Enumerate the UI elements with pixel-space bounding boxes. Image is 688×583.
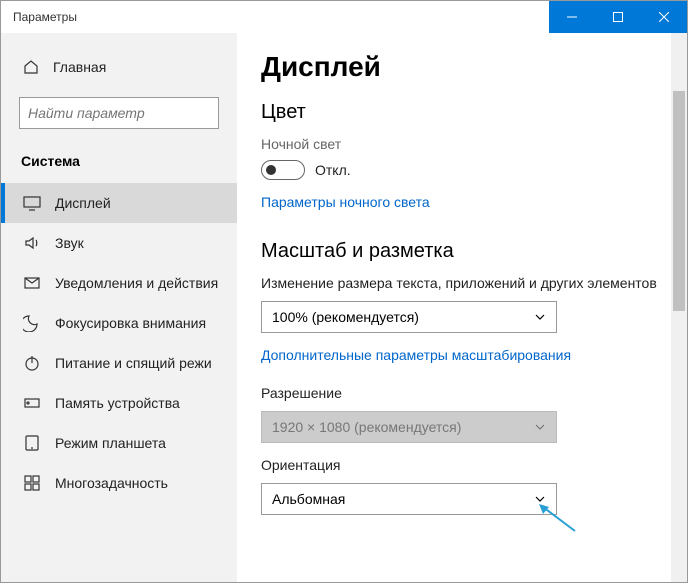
color-section: Цвет Ночной свет Откл. Параметры ночного… [261, 101, 687, 214]
night-light-toggle[interactable]: Откл. [261, 160, 687, 180]
night-light-settings-link[interactable]: Параметры ночного света [261, 194, 430, 210]
main-content: Дисплей Цвет Ночной свет Откл. Параметры… [237, 33, 687, 582]
search-box[interactable] [19, 97, 219, 129]
nav-label: Режим планшета [55, 435, 166, 451]
advanced-scaling-link[interactable]: Дополнительные параметры масштабирования [261, 347, 571, 363]
nav-focus[interactable]: Фокусировка внимания [1, 303, 237, 343]
color-heading: Цвет [261, 101, 687, 124]
maximize-button[interactable] [595, 1, 641, 33]
dropdown-value: 1920 × 1080 (рекомендуется) [272, 419, 461, 435]
night-light-label: Ночной свет [261, 136, 687, 152]
toggle-track [261, 160, 305, 180]
power-icon [23, 354, 41, 372]
titlebar: Параметры [1, 1, 687, 33]
nav-tablet[interactable]: Режим планшета [1, 423, 237, 463]
nav-label: Питание и спящий режи [55, 355, 212, 371]
nav-label: Звук [55, 235, 84, 251]
nav-label: Многозадачность [55, 475, 168, 491]
scale-section: Масштаб и разметка Изменение размера тек… [261, 240, 687, 515]
sound-icon [23, 234, 41, 252]
text-size-label: Изменение размера текста, приложений и д… [261, 275, 687, 291]
page-title: Дисплей [261, 51, 687, 83]
scale-heading: Масштаб и разметка [261, 240, 687, 263]
scrollbar[interactable] [671, 33, 687, 582]
minimize-button[interactable] [549, 1, 595, 33]
focus-icon [23, 314, 41, 332]
nav-notifications[interactable]: Уведомления и действия [1, 263, 237, 303]
resolution-dropdown[interactable]: 1920 × 1080 (рекомендуется) [261, 411, 557, 443]
window-title: Параметры [13, 10, 549, 24]
multitasking-icon [23, 474, 41, 492]
orientation-dropdown[interactable]: Альбомная [261, 483, 557, 515]
notifications-icon [23, 274, 41, 292]
nav-label: Фокусировка внимания [55, 315, 206, 331]
display-icon [23, 194, 41, 212]
close-button[interactable] [641, 1, 687, 33]
nav-power[interactable]: Питание и спящий режи [1, 343, 237, 383]
chevron-down-icon [534, 493, 546, 505]
orientation-label: Ориентация [261, 457, 687, 473]
nav-display[interactable]: Дисплей [1, 183, 237, 223]
text-size-dropdown[interactable]: 100% (рекомендуется) [261, 301, 557, 333]
nav-sound[interactable]: Звук [1, 223, 237, 263]
nav-label: Уведомления и действия [55, 275, 218, 291]
window-controls [549, 1, 687, 33]
home-label: Главная [53, 59, 106, 75]
category-heading: Система [1, 147, 237, 183]
nav-label: Дисплей [55, 195, 111, 211]
dropdown-value: Альбомная [272, 491, 345, 507]
home-nav[interactable]: Главная [1, 51, 237, 83]
nav-label: Память устройства [55, 395, 180, 411]
chevron-down-icon [534, 421, 546, 433]
search-input[interactable] [28, 105, 210, 121]
home-icon [23, 59, 39, 75]
nav-storage[interactable]: Память устройства [1, 383, 237, 423]
storage-icon [23, 394, 41, 412]
toggle-state: Откл. [315, 162, 351, 178]
scroll-thumb[interactable] [673, 91, 685, 311]
tablet-icon [23, 434, 41, 452]
chevron-down-icon [534, 311, 546, 323]
nav-multitasking[interactable]: Многозадачность [1, 463, 237, 503]
sidebar: Главная Система Дисплей Звук Уведомления… [1, 33, 237, 582]
resolution-label: Разрешение [261, 385, 687, 401]
dropdown-value: 100% (рекомендуется) [272, 309, 419, 325]
